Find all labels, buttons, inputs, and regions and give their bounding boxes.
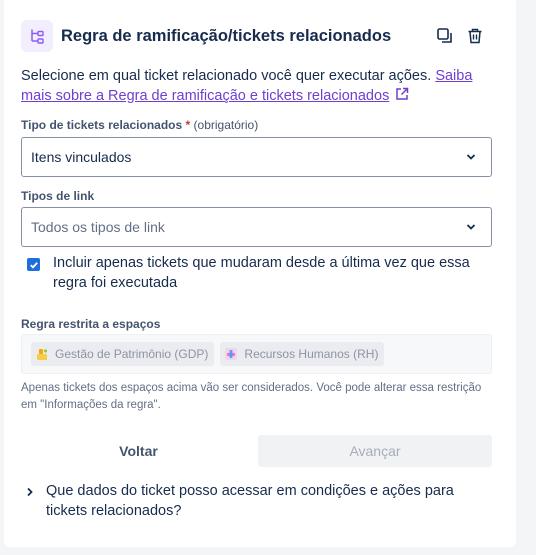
changed-tickets-label[interactable]: Incluir apenas tickets que mudaram desde… (53, 253, 492, 293)
rule-title: Regra de ramificação/tickets relacionado… (61, 26, 392, 45)
related-type-select[interactable]: Itens vinculados (21, 137, 492, 177)
space-chip-rh-label: Recursos Humanos (RH) (244, 347, 379, 361)
related-type-label: Tipo de tickets relacionados * (obrigató… (21, 118, 258, 132)
related-type-label-text: Tipo de tickets relacionados (21, 118, 183, 132)
next-button[interactable]: Avançar (258, 435, 492, 467)
space-chip-gdp-label: Gestão de Patrimônio (GDP) (55, 347, 209, 361)
description-text: Selecione em qual ticket relacionado voc… (21, 68, 436, 84)
chevron-down-icon (466, 154, 476, 160)
link-types-placeholder: Todos os tipos de link (31, 219, 165, 235)
chevron-right-icon (27, 487, 33, 497)
duplicate-icon[interactable] (435, 26, 455, 46)
spaces-help-text: Apenas tickets dos espaços acima vão ser… (21, 382, 482, 411)
changed-tickets-option: Incluir apenas tickets que mudaram desde… (27, 253, 492, 293)
space-gdp-icon (35, 347, 49, 361)
space-rh-icon (224, 347, 238, 361)
space-chip-rh: Recursos Humanos (RH) (220, 342, 385, 366)
restricted-spaces-field: Gestão de Patrimônio (GDP) Recursos Huma… (21, 334, 492, 374)
spaces-label: Regra restrita a espaços (21, 317, 161, 331)
panel-header: Regra de ramificação/tickets relacionado… (21, 20, 504, 52)
check-icon (29, 261, 38, 269)
branch-rule-icon (21, 20, 53, 52)
optional-text: (obrigatório) (193, 118, 259, 132)
space-chip-gdp: Gestão de Patrimônio (GDP) (31, 342, 215, 366)
link-types-select[interactable]: Todos os tipos de link (21, 207, 492, 247)
related-type-value: Itens vinculados (31, 149, 132, 165)
changed-tickets-checkbox[interactable] (27, 258, 40, 271)
rule-description: Selecione em qual ticket relacionado voc… (21, 66, 491, 107)
back-button[interactable]: Voltar (21, 435, 256, 467)
rule-config-panel: Regra de ramificação/tickets relacionado… (4, 0, 516, 547)
faq-text[interactable]: Que dados do ticket posso acessar em con… (46, 481, 484, 521)
related-tickets-faq[interactable]: Que dados do ticket posso acessar em con… (24, 481, 484, 521)
required-mark: * (185, 118, 191, 132)
link-types-label: Tipos de link (21, 189, 95, 203)
trash-icon[interactable] (465, 26, 485, 46)
external-link-icon[interactable] (395, 87, 409, 107)
chevron-down-icon (466, 224, 476, 230)
